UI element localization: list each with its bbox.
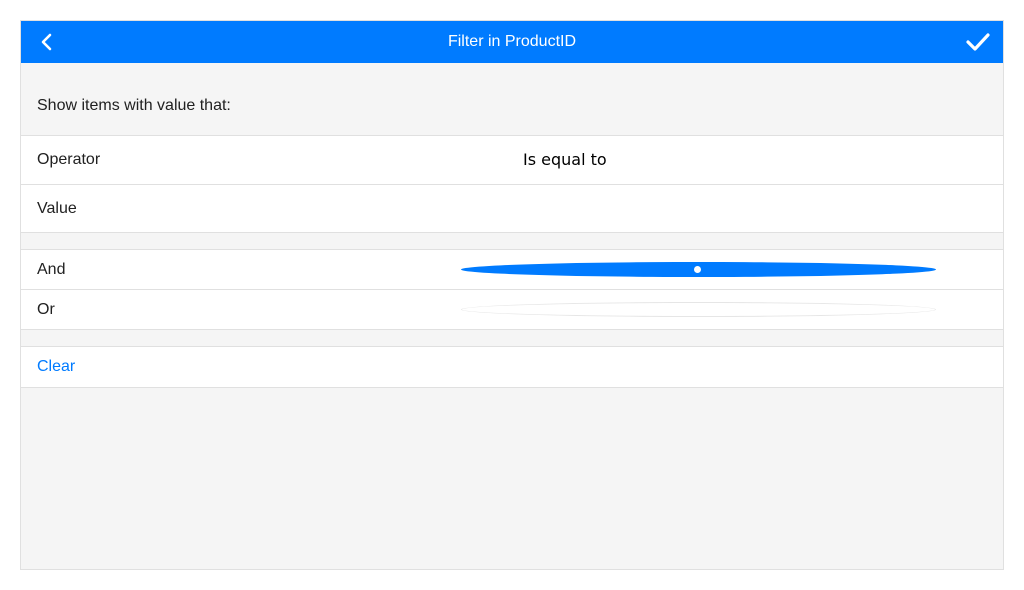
filter-hint: Show items with value that: — [21, 63, 1003, 136]
and-radio[interactable] — [461, 262, 936, 277]
clear-button[interactable]: Clear — [37, 358, 75, 375]
or-label: Or — [37, 301, 55, 318]
dialog-title: Filter in ProductID — [447, 33, 577, 50]
filter-dialog: Filter in ProductID Show items with valu… — [20, 20, 1004, 570]
section-divider — [21, 330, 1003, 347]
and-row[interactable]: And — [21, 250, 1003, 290]
checkmark-icon — [966, 33, 990, 51]
value-row: Value — [21, 185, 1003, 233]
operator-row[interactable]: Operator Is equal to — [21, 136, 1003, 185]
dialog-header: Filter in ProductID — [21, 21, 1003, 63]
section-divider — [21, 233, 1003, 250]
radio-dot-icon — [694, 266, 701, 273]
or-radio[interactable] — [461, 302, 936, 317]
operator-dropdown[interactable]: Is equal to — [523, 136, 607, 184]
operator-label: Operator — [37, 151, 101, 168]
value-input[interactable] — [521, 185, 985, 233]
apply-button[interactable] — [961, 25, 995, 59]
value-label: Value — [37, 200, 77, 217]
or-row[interactable]: Or — [21, 290, 1003, 330]
and-label: And — [37, 261, 66, 278]
clear-row[interactable]: Clear — [21, 347, 1003, 388]
